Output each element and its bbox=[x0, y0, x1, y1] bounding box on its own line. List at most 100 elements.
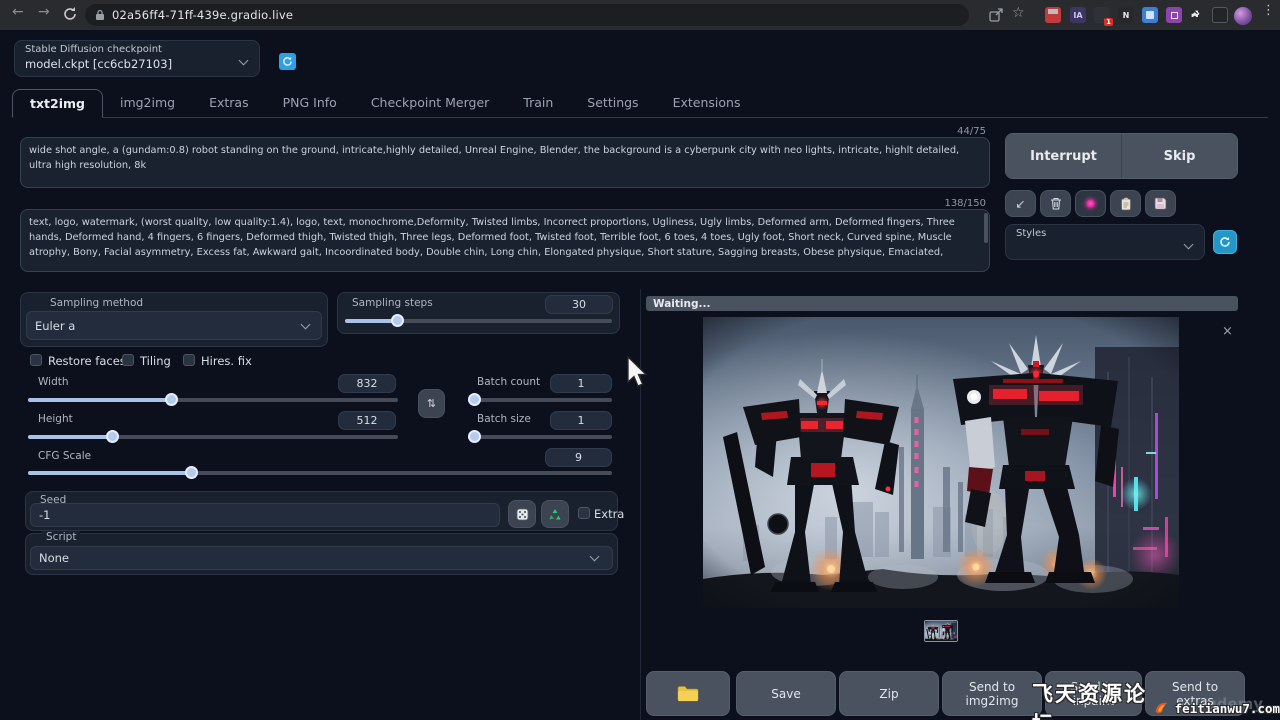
gallery-thumbnail[interactable] bbox=[924, 620, 958, 642]
extensions-puzzle-icon[interactable] bbox=[1189, 7, 1205, 23]
trash-icon bbox=[1050, 197, 1062, 210]
progress-status-text: Waiting... bbox=[653, 298, 710, 310]
chevron-down-icon bbox=[590, 552, 600, 562]
extension-icon-ia[interactable]: IA bbox=[1070, 7, 1086, 23]
apply-style-button[interactable] bbox=[1110, 190, 1141, 217]
batch-count-value[interactable]: 1 bbox=[550, 374, 612, 393]
batch-size-value[interactable]: 1 bbox=[550, 411, 612, 430]
clear-prompt-button[interactable] bbox=[1040, 190, 1071, 217]
extension-icon-1[interactable] bbox=[1045, 7, 1061, 23]
tab-extras[interactable]: Extras bbox=[192, 89, 266, 118]
random-seed-button[interactable] bbox=[508, 500, 536, 528]
negative-prompt-scrollbar[interactable] bbox=[984, 213, 988, 243]
sampling-steps-label: Sampling steps bbox=[352, 297, 433, 309]
dice-icon bbox=[516, 508, 529, 521]
extra-networks-icon bbox=[1086, 199, 1095, 208]
column-divider bbox=[640, 289, 641, 720]
width-value[interactable]: 832 bbox=[338, 374, 396, 393]
send-to-img2img-button[interactable]: Send to img2img bbox=[942, 671, 1042, 716]
extension-icon-purple[interactable] bbox=[1166, 7, 1182, 23]
bookmark-star-icon[interactable]: ☆ bbox=[1012, 5, 1025, 21]
height-slider[interactable] bbox=[28, 430, 398, 444]
save-button[interactable]: Save bbox=[736, 671, 836, 716]
forward-icon[interactable]: → bbox=[38, 4, 50, 20]
tab-img2img[interactable]: img2img bbox=[103, 89, 192, 118]
extension-icon-n[interactable]: N bbox=[1118, 7, 1134, 23]
clipboard-icon bbox=[1120, 197, 1132, 211]
address-bar[interactable]: 02a56ff4-71ff-439e.gradio.live bbox=[85, 4, 969, 26]
batch-size-label: Batch size bbox=[477, 413, 531, 425]
extension-icon-badge[interactable]: 1 bbox=[1094, 7, 1110, 23]
batch-count-slider[interactable] bbox=[468, 393, 612, 407]
sampling-method-label: Sampling method bbox=[50, 297, 143, 309]
floppy-icon bbox=[1154, 197, 1167, 210]
checkpoint-dropdown[interactable]: Stable Diffusion checkpoint model.ckpt [… bbox=[14, 40, 260, 77]
refresh-icon[interactable] bbox=[62, 6, 78, 22]
sampling-method-select[interactable]: Euler a bbox=[26, 311, 322, 340]
tab-checkpoint-merger[interactable]: Checkpoint Merger bbox=[354, 89, 506, 118]
height-value[interactable]: 512 bbox=[338, 411, 396, 430]
main-tabs: txt2img img2img Extras PNG Info Checkpoi… bbox=[12, 89, 1268, 118]
sampling-method-value: Euler a bbox=[35, 319, 75, 333]
batch-size-slider[interactable] bbox=[468, 430, 612, 444]
extension-icon-blue[interactable] bbox=[1142, 7, 1158, 23]
sampling-steps-slider[interactable] bbox=[345, 314, 612, 328]
sampling-steps-value[interactable]: 30 bbox=[545, 295, 613, 314]
batch-count-label: Batch count bbox=[477, 376, 540, 388]
swap-dimensions-button[interactable]: ⇅ bbox=[418, 389, 445, 418]
watermark-site-text: feitianwu7.com bbox=[1175, 701, 1280, 716]
browser-menu-icon[interactable]: ⋮ bbox=[1262, 3, 1275, 18]
watermark-forum-text: 飞天资源论坛 bbox=[1032, 678, 1148, 720]
reuse-seed-button[interactable] bbox=[541, 500, 569, 528]
styles-refresh-button[interactable] bbox=[1213, 230, 1237, 254]
hires-fix-checkbox[interactable] bbox=[183, 354, 195, 366]
restore-faces-checkbox[interactable] bbox=[30, 354, 42, 366]
checkpoint-value: model.ckpt [cc6cb27103] bbox=[25, 57, 172, 71]
open-folder-button[interactable] bbox=[646, 671, 730, 716]
width-slider[interactable] bbox=[28, 393, 398, 407]
paste-arrow-icon: ↙ bbox=[1015, 197, 1025, 211]
tiling-checkbox[interactable] bbox=[122, 354, 134, 366]
save-style-button[interactable] bbox=[1145, 190, 1176, 217]
watermark-logo bbox=[1153, 698, 1170, 718]
extension-icon-dark[interactable] bbox=[1212, 7, 1228, 23]
negative-prompt-input[interactable]: text, logo, watermark, (worst quality, l… bbox=[20, 209, 990, 272]
zip-button[interactable]: Zip bbox=[839, 671, 939, 716]
tab-train[interactable]: Train bbox=[506, 89, 570, 118]
paste-params-button[interactable]: ↙ bbox=[1005, 190, 1036, 217]
generated-image[interactable] bbox=[703, 317, 1179, 608]
chevron-down-icon bbox=[1184, 240, 1194, 250]
tab-settings[interactable]: Settings bbox=[570, 89, 655, 118]
tab-png-info[interactable]: PNG Info bbox=[266, 89, 354, 118]
seed-input[interactable]: -1 bbox=[30, 503, 500, 527]
restore-faces-label: Restore faces bbox=[48, 354, 126, 368]
width-label: Width bbox=[38, 376, 69, 388]
back-icon[interactable]: ← bbox=[12, 4, 24, 20]
extra-seed-checkbox[interactable] bbox=[578, 507, 590, 519]
stable-diffusion-webui: ← → 02a56ff4-71ff-439e.gradio.live ☆ IA … bbox=[0, 0, 1280, 720]
script-value: None bbox=[39, 551, 69, 565]
close-image-icon[interactable]: × bbox=[1222, 324, 1233, 339]
recycle-icon bbox=[548, 508, 562, 521]
extra-seed-label: Extra bbox=[594, 507, 624, 521]
lock-icon bbox=[95, 9, 105, 21]
cfg-scale-slider[interactable] bbox=[28, 466, 612, 480]
generate-button-group: Interrupt Skip bbox=[1005, 133, 1238, 179]
extra-networks-button[interactable] bbox=[1075, 190, 1106, 217]
styles-dropdown[interactable]: Styles bbox=[1005, 224, 1205, 260]
interrupt-button[interactable]: Interrupt bbox=[1006, 134, 1122, 178]
tab-extensions[interactable]: Extensions bbox=[656, 89, 758, 118]
chevron-down-icon bbox=[301, 320, 311, 330]
url-text: 02a56ff4-71ff-439e.gradio.live bbox=[112, 8, 293, 22]
share-icon[interactable] bbox=[988, 7, 1004, 23]
prompt-token-counter: 44/75 bbox=[20, 126, 986, 137]
tiling-label: Tiling bbox=[140, 354, 171, 368]
script-select[interactable]: None bbox=[30, 546, 613, 570]
browser-toolbar: ← → 02a56ff4-71ff-439e.gradio.live ☆ IA … bbox=[0, 0, 1280, 30]
tab-txt2img[interactable]: txt2img bbox=[12, 89, 103, 118]
checkpoint-refresh-button[interactable] bbox=[279, 53, 296, 70]
skip-button[interactable]: Skip bbox=[1122, 134, 1237, 178]
prompt-input[interactable]: wide shot angle, a (gundam:0.8) robot st… bbox=[20, 137, 990, 188]
profile-avatar[interactable] bbox=[1234, 7, 1252, 25]
cfg-scale-value[interactable]: 9 bbox=[545, 448, 612, 467]
